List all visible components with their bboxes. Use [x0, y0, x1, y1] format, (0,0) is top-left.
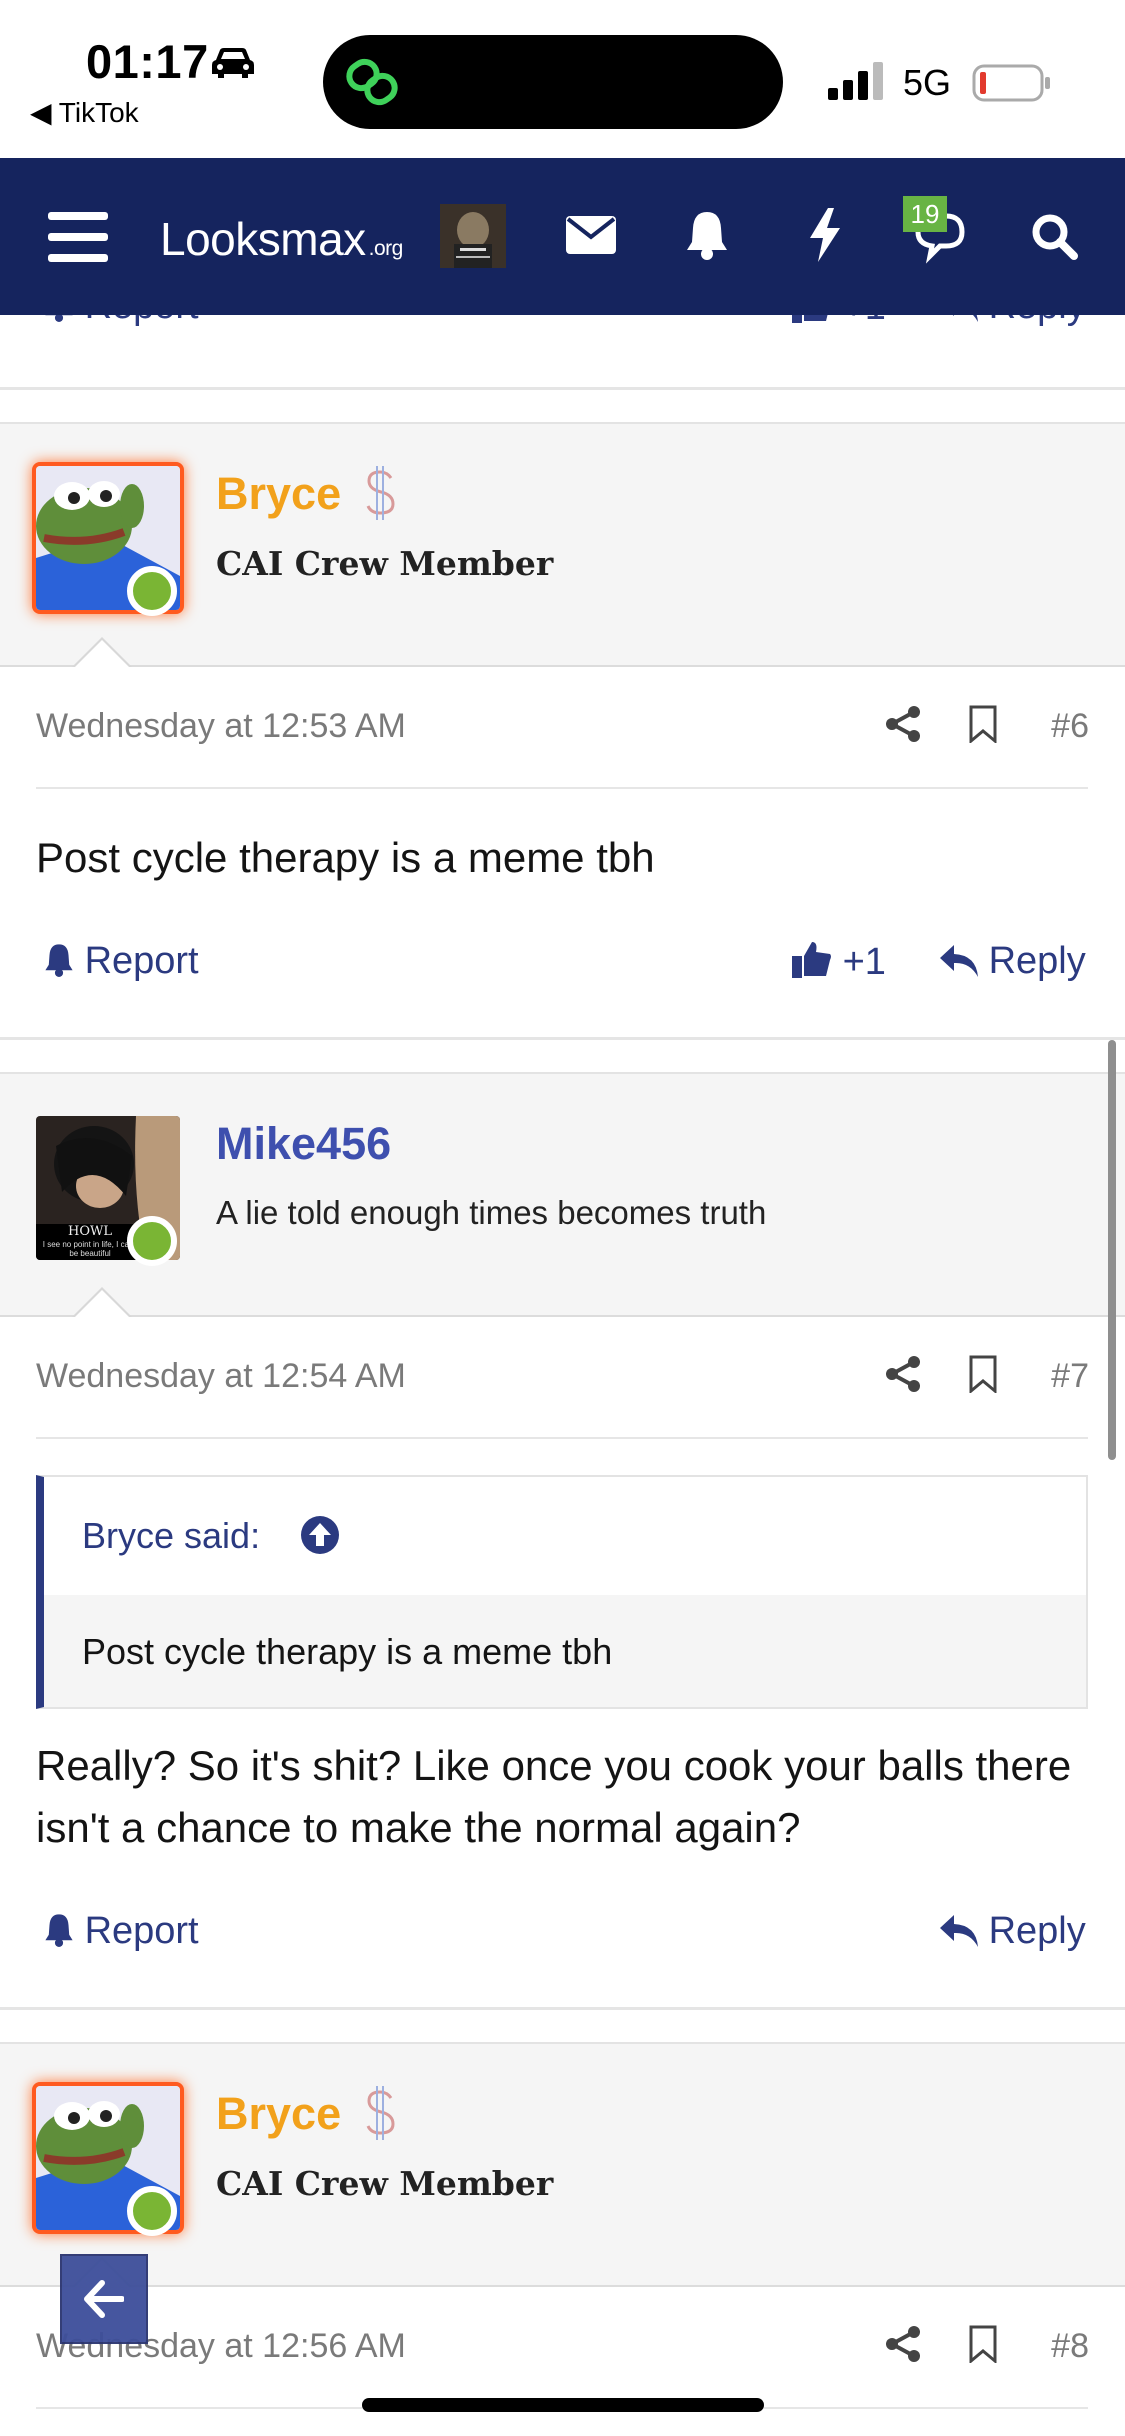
bell-icon — [45, 1914, 73, 1947]
bookmark-icon[interactable] — [968, 2325, 998, 2363]
post-user-header: Bryce CAI Crew Member — [0, 422, 1125, 667]
post-body: Really? So it's shit? Like once you cook… — [36, 1742, 1072, 1851]
link-app-icon — [346, 58, 398, 106]
quote-content: Post cycle therapy is a meme tbh — [44, 1595, 1086, 1707]
user-avatar-thumb[interactable] — [440, 204, 506, 268]
status-bar: 01:17 ◀ TikTok 5G — [0, 0, 1125, 158]
bell-icon — [45, 315, 73, 322]
post-divider — [0, 387, 1125, 390]
post-number[interactable]: #8 — [1051, 2327, 1089, 2366]
thumbs-up-icon — [792, 315, 828, 323]
user-title: A lie told enough times becomes truth — [216, 1194, 767, 1231]
reply-arrow-icon — [940, 945, 978, 977]
reply-arrow-icon — [952, 315, 978, 322]
post-divider — [36, 1437, 1088, 1439]
post-number[interactable]: #7 — [1051, 1357, 1089, 1396]
report-label: Report — [84, 1910, 199, 1952]
post-divider — [0, 1037, 1125, 1040]
post-date[interactable]: Wednesday at 12:54 AM — [36, 1357, 406, 1396]
like-button[interactable]: +1 — [792, 315, 886, 329]
car-icon — [212, 48, 254, 78]
bookmark-icon[interactable] — [968, 705, 998, 743]
post-date[interactable]: Wednesday at 12:53 AM — [36, 707, 406, 746]
signal-icon — [828, 62, 883, 100]
reply-button[interactable]: Reply — [940, 940, 1086, 983]
dollar-icon — [366, 466, 395, 520]
bell-icon — [45, 944, 73, 977]
network-type: 5G — [903, 62, 952, 103]
conversations-badge: 19 — [903, 196, 947, 232]
go-to-quote-icon[interactable] — [300, 1515, 340, 1555]
online-indicator — [127, 1216, 177, 1266]
back-button[interactable] — [60, 2254, 148, 2344]
user-title: CAI Crew Member — [216, 544, 554, 583]
battery-icon — [972, 64, 1050, 102]
arrow-left-icon — [84, 2280, 124, 2318]
quote-header[interactable]: Bryce said: — [44, 1477, 1086, 1595]
report-button[interactable]: Report — [44, 1910, 199, 1953]
status-time: 01:17 — [86, 35, 209, 88]
user-title: CAI Crew Member — [216, 2164, 554, 2203]
logo-suffix: .org — [368, 237, 404, 260]
quote-block: Bryce said: Post cycle therapy is a meme… — [36, 1475, 1088, 1709]
share-icon[interactable] — [884, 1355, 922, 1393]
logo-text: Looksmax — [160, 213, 366, 265]
share-icon[interactable] — [884, 705, 922, 743]
thumbs-up-icon — [792, 942, 831, 978]
scrollbar[interactable] — [1108, 1040, 1116, 1460]
menu-icon[interactable] — [48, 210, 108, 264]
user-pointer — [72, 637, 132, 668]
report-button[interactable]: Report — [44, 315, 199, 328]
bell-icon[interactable] — [686, 210, 728, 260]
username[interactable]: Bryce — [216, 468, 341, 520]
post-user-header: Bryce CAI Crew Member — [0, 2042, 1125, 2287]
dollar-icon — [366, 2086, 395, 2140]
like-button[interactable]: +1 — [792, 940, 886, 984]
post-number[interactable]: #6 — [1051, 707, 1089, 746]
site-navbar: Looksmax .org 19 — [0, 158, 1125, 315]
reply-arrow-icon — [940, 1915, 978, 1947]
like-count: +1 — [842, 941, 886, 983]
site-logo[interactable]: Looksmax .org — [160, 212, 403, 266]
bookmark-icon[interactable] — [968, 1355, 998, 1393]
reply-button[interactable]: Reply — [940, 1910, 1086, 1953]
share-icon[interactable] — [884, 2325, 922, 2363]
post-divider — [0, 2007, 1125, 2010]
online-indicator — [127, 2186, 177, 2236]
post-body: Post cycle therapy is a meme tbh — [36, 834, 655, 881]
reply-label: Reply — [988, 1910, 1086, 1952]
post-divider — [36, 787, 1088, 789]
mail-icon[interactable] — [566, 216, 616, 254]
report-button[interactable]: Report — [44, 940, 199, 983]
back-to-app-link[interactable]: ◀ TikTok — [30, 96, 139, 129]
username[interactable]: Mike456 — [216, 1118, 391, 1170]
lightning-icon[interactable] — [808, 208, 842, 262]
reply-button[interactable]: Reply — [940, 315, 1086, 328]
user-pointer — [72, 1287, 132, 1318]
like-count: +1 — [843, 315, 886, 328]
username[interactable]: Bryce — [216, 2088, 341, 2140]
reply-label: Reply — [989, 315, 1086, 327]
search-icon[interactable] — [1030, 212, 1078, 260]
report-label: Report — [85, 315, 199, 327]
quote-author[interactable]: Bryce said: — [82, 1515, 260, 1557]
report-label: Report — [84, 940, 199, 982]
quote-text: Post cycle therapy is a meme tbh — [82, 1631, 613, 1672]
online-indicator — [127, 566, 177, 616]
dynamic-island — [323, 35, 783, 129]
reply-label: Reply — [988, 940, 1086, 982]
thread-content: Report +1 Reply Bryce CAI Crew Me — [0, 315, 1125, 2436]
home-indicator[interactable] — [362, 2398, 764, 2412]
post-user-header: HOWL I see no point in life, I can't be … — [0, 1072, 1125, 1317]
